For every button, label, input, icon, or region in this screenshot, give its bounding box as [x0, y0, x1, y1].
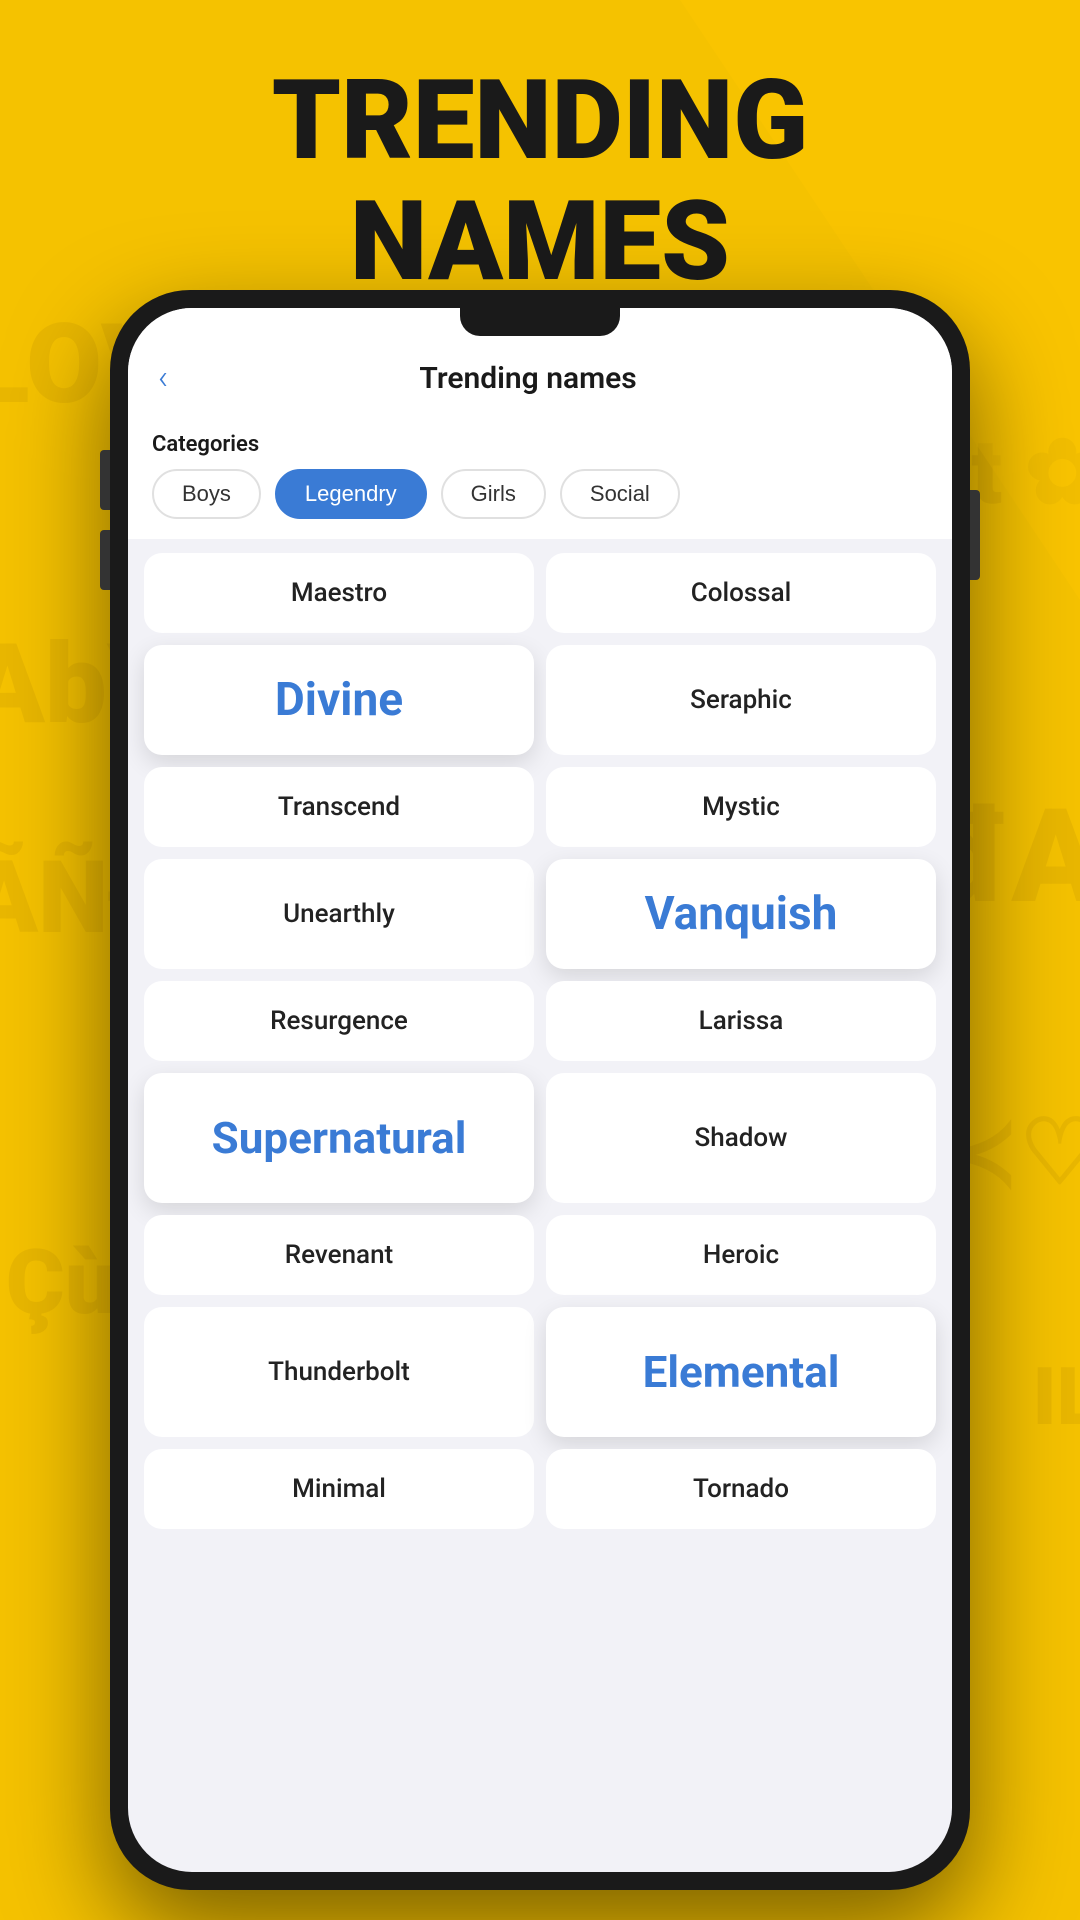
back-button[interactable]: ‹	[158, 358, 168, 398]
phone-notch	[460, 308, 620, 336]
name-card-unearthly[interactable]: Unearthly	[144, 859, 534, 969]
name-card-larissa[interactable]: Larissa	[546, 981, 936, 1061]
name-card-vanquish[interactable]: Vanquish	[546, 859, 936, 969]
name-card-thunderbolt[interactable]: Thunderbolt	[144, 1307, 534, 1437]
name-card-resurgence[interactable]: Resurgence	[144, 981, 534, 1061]
phone-screen: ‹ Trending names Categories Boys Legendr…	[128, 308, 952, 1872]
name-card-tornado[interactable]: Tornado	[546, 1449, 936, 1529]
categories-row: Boys Legendry Girls Social	[152, 469, 928, 519]
category-legendry[interactable]: Legendry	[275, 469, 427, 519]
name-card-shadow[interactable]: Shadow	[546, 1073, 936, 1203]
name-card-minimal[interactable]: Minimal	[144, 1449, 534, 1529]
phone-btn-volume-up	[100, 450, 110, 510]
name-card-divine[interactable]: Divine	[144, 645, 534, 755]
name-card-colossal[interactable]: Colossal	[546, 553, 936, 633]
bg-text-cu: °Çù	[0, 1230, 116, 1335]
name-card-maestro[interactable]: Maestro	[144, 553, 534, 633]
name-card-heroic[interactable]: Heroic	[546, 1215, 936, 1295]
category-girls[interactable]: Girls	[441, 469, 546, 519]
phone-btn-volume-down	[100, 530, 110, 590]
names-list: Maestro Colossal Divine Seraphic Transce…	[128, 539, 952, 1872]
screen-title: Trending names	[178, 361, 878, 396]
name-card-transcend[interactable]: Transcend	[144, 767, 534, 847]
phone-btn-power	[970, 490, 980, 580]
category-social[interactable]: Social	[560, 469, 680, 519]
name-card-supernatural[interactable]: Supernatural	[144, 1073, 534, 1203]
category-boys[interactable]: Boys	[152, 469, 261, 519]
phone-body: ‹ Trending names Categories Boys Legendr…	[110, 290, 970, 1890]
phone-mockup: ‹ Trending names Categories Boys Legendr…	[110, 290, 970, 1890]
page-heading: TRENDING NAMES	[0, 60, 1080, 302]
name-card-elemental[interactable]: Elemental	[546, 1307, 936, 1437]
name-card-revenant[interactable]: Revenant	[144, 1215, 534, 1295]
bg-text-il: IL	[1032, 1350, 1080, 1444]
categories-label: Categories	[152, 432, 928, 457]
categories-section: Categories Boys Legendry Girls Social	[128, 418, 952, 539]
name-card-seraphic[interactable]: Seraphic	[546, 645, 936, 755]
name-card-mystic[interactable]: Mystic	[546, 767, 936, 847]
